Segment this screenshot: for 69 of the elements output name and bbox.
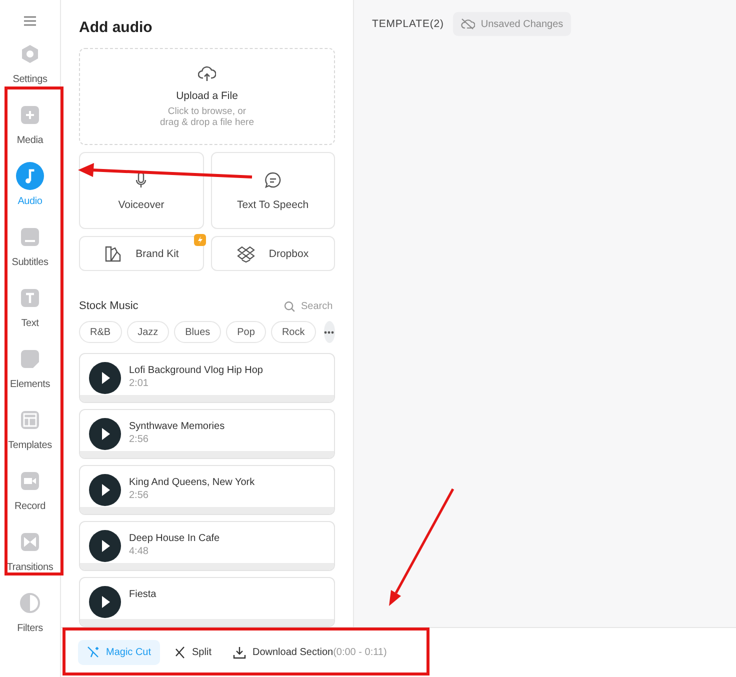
text-icon bbox=[20, 288, 40, 308]
cover-play-icon[interactable] bbox=[89, 586, 121, 618]
scissors-icon bbox=[173, 646, 186, 659]
dropbox-icon bbox=[236, 244, 255, 262]
upload-title: Upload a File bbox=[176, 90, 238, 102]
sidebar-item[interactable]: Elements bbox=[0, 345, 60, 390]
subtitles-icon bbox=[20, 227, 40, 247]
menu-icon[interactable] bbox=[24, 16, 36, 26]
source-button[interactable]: Text To Speech bbox=[210, 152, 335, 229]
source-button[interactable]: Brand Kit bbox=[79, 236, 204, 271]
brand-icon bbox=[104, 244, 122, 262]
settings-icon bbox=[20, 44, 40, 64]
sidebar-item[interactable]: Templates bbox=[0, 406, 60, 451]
toolbar-button[interactable]: Download Section(0:00 - 0:11) bbox=[224, 640, 396, 665]
source-button[interactable]: Dropbox bbox=[210, 236, 335, 271]
search-icon bbox=[284, 300, 295, 312]
cover-play-icon[interactable] bbox=[89, 530, 121, 562]
download-icon bbox=[233, 646, 246, 659]
filters-icon bbox=[20, 593, 40, 613]
save-status-badge: Unsaved Changes bbox=[452, 12, 572, 36]
more-button[interactable] bbox=[324, 321, 335, 343]
track-card[interactable]: Deep House In Cafe 4:48 bbox=[79, 521, 335, 571]
track-card[interactable]: Lofi Background Vlog Hip Hop 2:01 bbox=[79, 353, 335, 403]
note-icon bbox=[16, 162, 44, 190]
cloud-off-icon bbox=[460, 18, 475, 30]
track-duration: 2:56 bbox=[129, 434, 150, 445]
sidebar-item[interactable]: Transitions bbox=[0, 528, 60, 573]
genre-chip[interactable]: Blues bbox=[174, 321, 222, 343]
chat-icon bbox=[264, 170, 282, 188]
genre-chip[interactable]: Jazz bbox=[126, 321, 170, 343]
upload-hint: Click to browse, or drag & drop a file here bbox=[160, 106, 254, 128]
sidebar-item[interactable]: Subtitles bbox=[0, 223, 60, 268]
track-duration: 2:01 bbox=[129, 378, 150, 389]
cover-play-icon[interactable] bbox=[89, 474, 121, 506]
cover-play-icon[interactable] bbox=[89, 362, 121, 394]
track-title: Deep House In Cafe bbox=[129, 533, 220, 544]
track-card[interactable]: King And Queens, New York 2:56 bbox=[79, 465, 335, 515]
track-title: Fiesta bbox=[129, 589, 156, 600]
genre-chip[interactable]: Rock bbox=[270, 321, 316, 343]
genre-chip[interactable]: Pop bbox=[226, 321, 266, 343]
camera-icon bbox=[20, 471, 40, 491]
more-icon bbox=[324, 330, 334, 334]
track-duration: 2:56 bbox=[129, 490, 150, 501]
cover-play-icon[interactable] bbox=[89, 418, 121, 450]
track-title: Synthwave Memories bbox=[129, 421, 225, 432]
magic-icon bbox=[87, 646, 100, 659]
track-card[interactable]: Fiesta bbox=[79, 577, 335, 627]
panel-title: Add audio bbox=[79, 18, 154, 38]
sidebar-item[interactable]: Record bbox=[0, 467, 60, 512]
template-title: TEMPLATE(2) bbox=[372, 18, 444, 30]
genre-chip[interactable]: R&B bbox=[79, 321, 122, 343]
sidebar-item[interactable]: Media bbox=[0, 101, 60, 146]
sidebar-item[interactable]: Filters bbox=[0, 589, 60, 634]
transitions-icon bbox=[20, 532, 40, 552]
source-button[interactable]: Voiceover bbox=[79, 152, 204, 229]
track-title: Lofi Background Vlog Hip Hop bbox=[129, 365, 263, 376]
track-duration: 4:48 bbox=[129, 546, 150, 557]
search-field[interactable]: Search bbox=[284, 300, 335, 312]
plus-icon bbox=[20, 105, 40, 125]
sidebar-item[interactable]: Text bbox=[0, 284, 60, 329]
settings-button[interactable]: Settings bbox=[0, 40, 60, 85]
section-title: Stock Music bbox=[79, 300, 138, 312]
track-title: King And Queens, New York bbox=[129, 477, 255, 488]
track-card[interactable]: Synthwave Memories 2:56 bbox=[79, 409, 335, 459]
upload-area[interactable]: Upload a File Click to browse, or drag & drop a file here bbox=[79, 48, 335, 145]
toolbar-button[interactable]: Split bbox=[164, 640, 220, 665]
cloud-upload-icon bbox=[198, 66, 216, 82]
templates-icon bbox=[20, 410, 40, 430]
elements-icon bbox=[20, 349, 40, 369]
